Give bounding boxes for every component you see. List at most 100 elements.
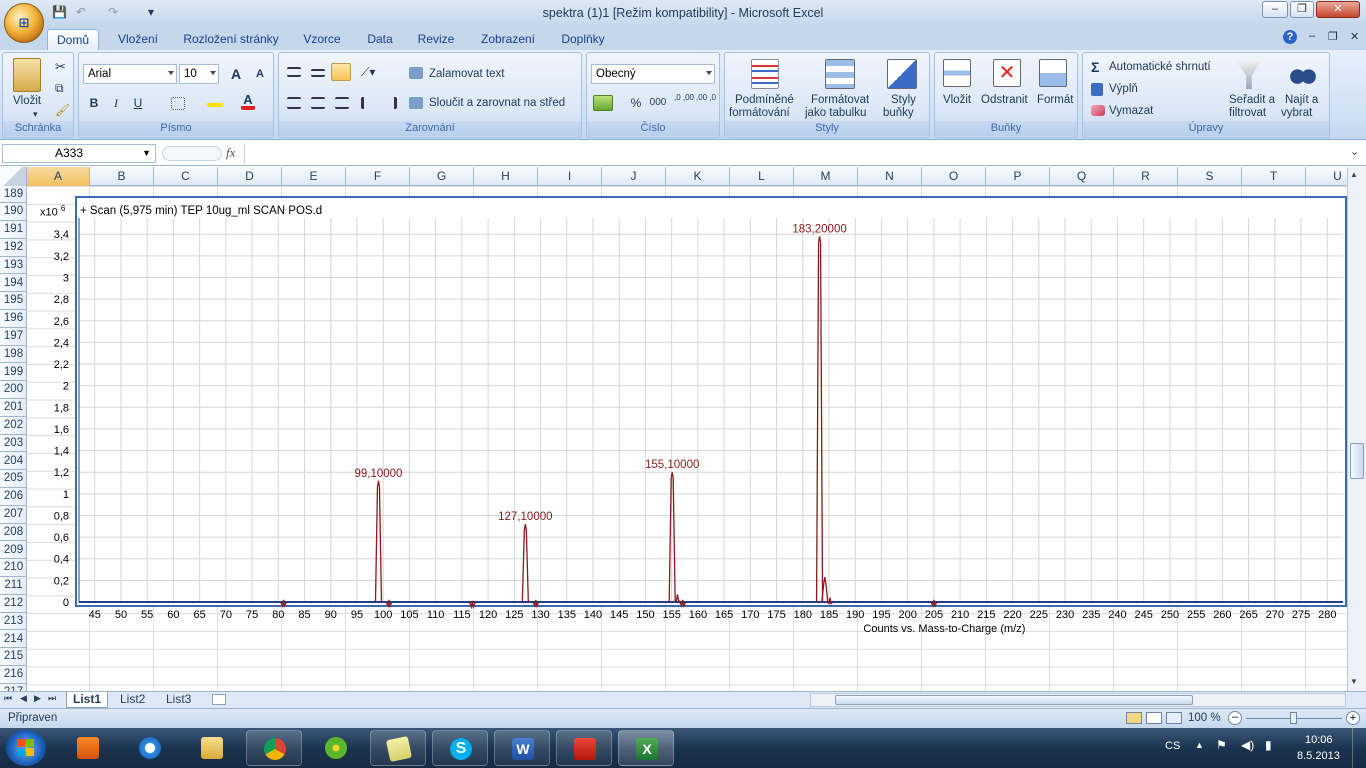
tab-review[interactable]: Revize	[412, 29, 460, 50]
currency-icon[interactable]	[593, 95, 613, 111]
delete-cells-button[interactable]: Odstranit	[981, 94, 1028, 106]
column-header[interactable]: T	[1242, 167, 1306, 186]
language-indicator[interactable]: CS	[1165, 740, 1180, 752]
column-header[interactable]: F	[346, 167, 410, 186]
select-all-button[interactable]	[0, 167, 27, 186]
cell-styles-line2[interactable]: buňky	[883, 107, 914, 119]
column-header[interactable]: G	[410, 167, 474, 186]
row-header[interactable]: 207	[0, 506, 26, 524]
row-header[interactable]: 196	[0, 310, 26, 328]
scroll-down-icon[interactable]: ▼	[1350, 677, 1358, 686]
number-format-combo[interactable]: Obecný	[591, 64, 715, 84]
scroll-up-icon[interactable]: ▲	[1350, 170, 1358, 179]
help-icon[interactable]: ?	[1283, 30, 1297, 44]
page-break-view-icon[interactable]	[1166, 712, 1182, 724]
taskbar-icq[interactable]	[308, 730, 364, 766]
wrap-text-icon[interactable]	[409, 67, 423, 79]
row-header[interactable]: 203	[0, 435, 26, 453]
wrap-text-button[interactable]: Zalamovat text	[429, 68, 504, 80]
page-layout-view-icon[interactable]	[1146, 712, 1162, 724]
tab-view[interactable]: Zobrazení	[472, 29, 544, 50]
formula-bar-handle[interactable]	[162, 146, 222, 161]
tab-page-layout[interactable]: Rozložení stránky	[178, 29, 284, 50]
clear-icon[interactable]	[1091, 105, 1105, 116]
row-header[interactable]: 204	[0, 453, 26, 471]
row-header[interactable]: 210	[0, 559, 26, 578]
tab-insert[interactable]: Vložení	[108, 29, 168, 50]
flag-icon[interactable]: ⚑	[1216, 738, 1227, 752]
taskbar-word[interactable]: W	[494, 730, 550, 766]
find-select-icon[interactable]	[1289, 61, 1317, 87]
tab-addins[interactable]: Doplňky	[554, 29, 612, 50]
row-header[interactable]: 206	[0, 488, 26, 506]
spectrum-chart[interactable]: + Scan (5,975 min) TEP 10ug_ml SCAN POS.…	[54, 196, 1347, 635]
ribbon-restore-icon[interactable]: ❐	[1328, 30, 1338, 43]
paste-icon[interactable]	[13, 58, 41, 92]
row-header[interactable]: 211	[0, 577, 26, 595]
row-header[interactable]: 198	[0, 346, 26, 364]
insert-cells-icon[interactable]	[943, 59, 971, 87]
merge-center-button[interactable]: Sloučit a zarovnat na střed	[429, 97, 565, 109]
underline-button[interactable]: U	[127, 93, 149, 113]
sheet-tab-list1[interactable]: List1	[66, 692, 109, 708]
normal-view-icon[interactable]	[1126, 712, 1142, 724]
formula-input[interactable]	[244, 143, 1348, 164]
cell-styles-line1[interactable]: Styly	[891, 94, 916, 106]
row-header[interactable]: 217	[0, 684, 26, 691]
column-header[interactable]: D	[218, 167, 282, 186]
row-header[interactable]: 194	[0, 275, 26, 293]
align-bottom-icon[interactable]	[331, 63, 351, 81]
row-header[interactable]: 201	[0, 399, 26, 417]
shrink-font-button[interactable]: A	[249, 64, 271, 84]
column-header[interactable]: M	[794, 167, 858, 186]
minimize-button[interactable]: –	[1262, 1, 1288, 18]
italic-button[interactable]: I	[105, 93, 127, 113]
ribbon-close-icon[interactable]: ✕	[1350, 30, 1359, 43]
sort-filter-line2[interactable]: filtrovat	[1229, 107, 1266, 119]
row-header[interactable]: 216	[0, 666, 26, 684]
zoom-out-icon[interactable]: –	[1228, 711, 1242, 725]
row-header[interactable]: 212	[0, 595, 26, 613]
vertical-scroll-thumb[interactable]	[1350, 443, 1364, 479]
taskbar-media-player[interactable]	[60, 730, 116, 766]
fill-color-icon[interactable]	[207, 97, 223, 107]
row-header[interactable]: 214	[0, 631, 26, 649]
row-header[interactable]: 195	[0, 292, 26, 311]
row-header[interactable]: 197	[0, 328, 26, 346]
bold-button[interactable]: B	[83, 93, 105, 113]
find-select-line2[interactable]: vybrat	[1281, 107, 1312, 119]
format-as-table-line1[interactable]: Formátovat	[811, 94, 869, 106]
column-header[interactable]: K	[666, 167, 730, 186]
conditional-formatting-icon[interactable]	[751, 59, 779, 89]
merge-icon[interactable]	[409, 97, 423, 109]
align-left-icon[interactable]	[287, 97, 301, 109]
column-header[interactable]: P	[986, 167, 1050, 186]
sheet-tab-list3[interactable]: List3	[160, 692, 197, 708]
paste-button[interactable]: Vložit	[13, 95, 41, 107]
insert-sheet-icon[interactable]	[212, 694, 226, 705]
sort-filter-icon[interactable]	[1235, 59, 1263, 89]
zoom-slider-thumb[interactable]	[1290, 712, 1297, 724]
expand-formula-bar-icon[interactable]: ⌄	[1350, 145, 1359, 158]
column-header[interactable]: B	[90, 167, 154, 186]
row-header[interactable]: 215	[0, 648, 26, 667]
start-button[interactable]	[6, 730, 46, 766]
clock-time[interactable]: 10:06	[1305, 734, 1333, 746]
tab-home[interactable]: Domů	[47, 29, 99, 50]
align-center-icon[interactable]	[311, 97, 325, 109]
conditional-formatting-line1[interactable]: Podmíněné	[735, 94, 794, 106]
taskbar-internet-explorer[interactable]	[122, 730, 178, 766]
orientation-icon[interactable]: ⟋▾	[361, 65, 375, 80]
column-header[interactable]: A	[27, 167, 90, 186]
clock-date[interactable]: 8.5.2013	[1297, 750, 1340, 762]
decrease-decimal-button[interactable]: ,00 ,0	[695, 93, 717, 113]
fill-button[interactable]: Výplň	[1109, 83, 1138, 95]
horizontal-scroll-thumb[interactable]	[835, 695, 1193, 705]
format-as-table-line2[interactable]: jako tabulku	[805, 107, 866, 119]
row-header[interactable]: 209	[0, 542, 26, 560]
autosum-button[interactable]: Automatické shrnutí	[1109, 61, 1211, 73]
font-name-combo[interactable]: Arial	[83, 64, 177, 84]
ribbon-minimize-icon[interactable]: –	[1309, 30, 1315, 42]
align-right-icon[interactable]	[335, 97, 349, 109]
close-button[interactable]: ✕	[1316, 1, 1360, 18]
